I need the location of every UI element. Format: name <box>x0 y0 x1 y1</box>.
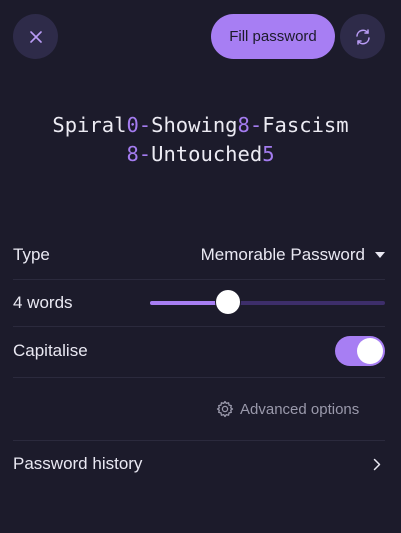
gear-icon <box>216 400 234 418</box>
capitalise-row: Capitalise <box>13 327 385 375</box>
password-history-label: Password history <box>13 454 143 473</box>
toggle-knob <box>357 338 383 364</box>
password-word: Spiral <box>52 113 127 137</box>
type-label: Type <box>13 245 50 264</box>
password-word: Fascism <box>262 113 349 137</box>
generated-password: Spiral0-Showing8-Fascism 8-Untouched5 <box>0 111 401 169</box>
password-symbol: - <box>138 142 152 166</box>
password-word: Showing <box>151 113 238 137</box>
advanced-options-label: Advanced options <box>240 400 360 418</box>
words-row: 4 words <box>13 279 385 327</box>
regenerate-button[interactable] <box>340 14 385 59</box>
type-row[interactable]: Type Memorable Password <box>13 231 385 279</box>
refresh-icon <box>355 28 370 45</box>
close-icon <box>29 30 42 43</box>
password-symbol: - <box>138 113 152 137</box>
password-symbol: 8 <box>126 142 139 166</box>
advanced-options-link[interactable]: Advanced options <box>216 398 359 420</box>
capitalise-toggle[interactable] <box>335 336 385 366</box>
password-line: Spiral0-Showing8-Fascism <box>0 111 401 140</box>
password-line: 8-Untouched5 <box>0 140 401 169</box>
password-word: Untouched <box>151 142 263 166</box>
type-dropdown[interactable]: Memorable Password <box>201 245 385 265</box>
fill-password-button[interactable]: Fill password <box>211 14 335 59</box>
words-label: 4 words <box>13 293 73 312</box>
password-symbol: 0 <box>126 113 139 137</box>
password-history-row[interactable]: Password history <box>13 440 385 488</box>
divider <box>13 377 385 378</box>
capitalise-label: Capitalise <box>13 341 88 360</box>
type-value: Memorable Password <box>200 245 365 264</box>
password-symbol: - <box>249 113 263 137</box>
word-count-slider[interactable] <box>150 289 385 315</box>
close-button[interactable] <box>13 14 58 59</box>
chevron-right-icon <box>373 458 381 471</box>
password-symbol: 8 <box>237 113 250 137</box>
caret-down-icon <box>375 252 385 258</box>
password-symbol: 5 <box>262 142 275 166</box>
slider-thumb[interactable] <box>214 289 241 315</box>
